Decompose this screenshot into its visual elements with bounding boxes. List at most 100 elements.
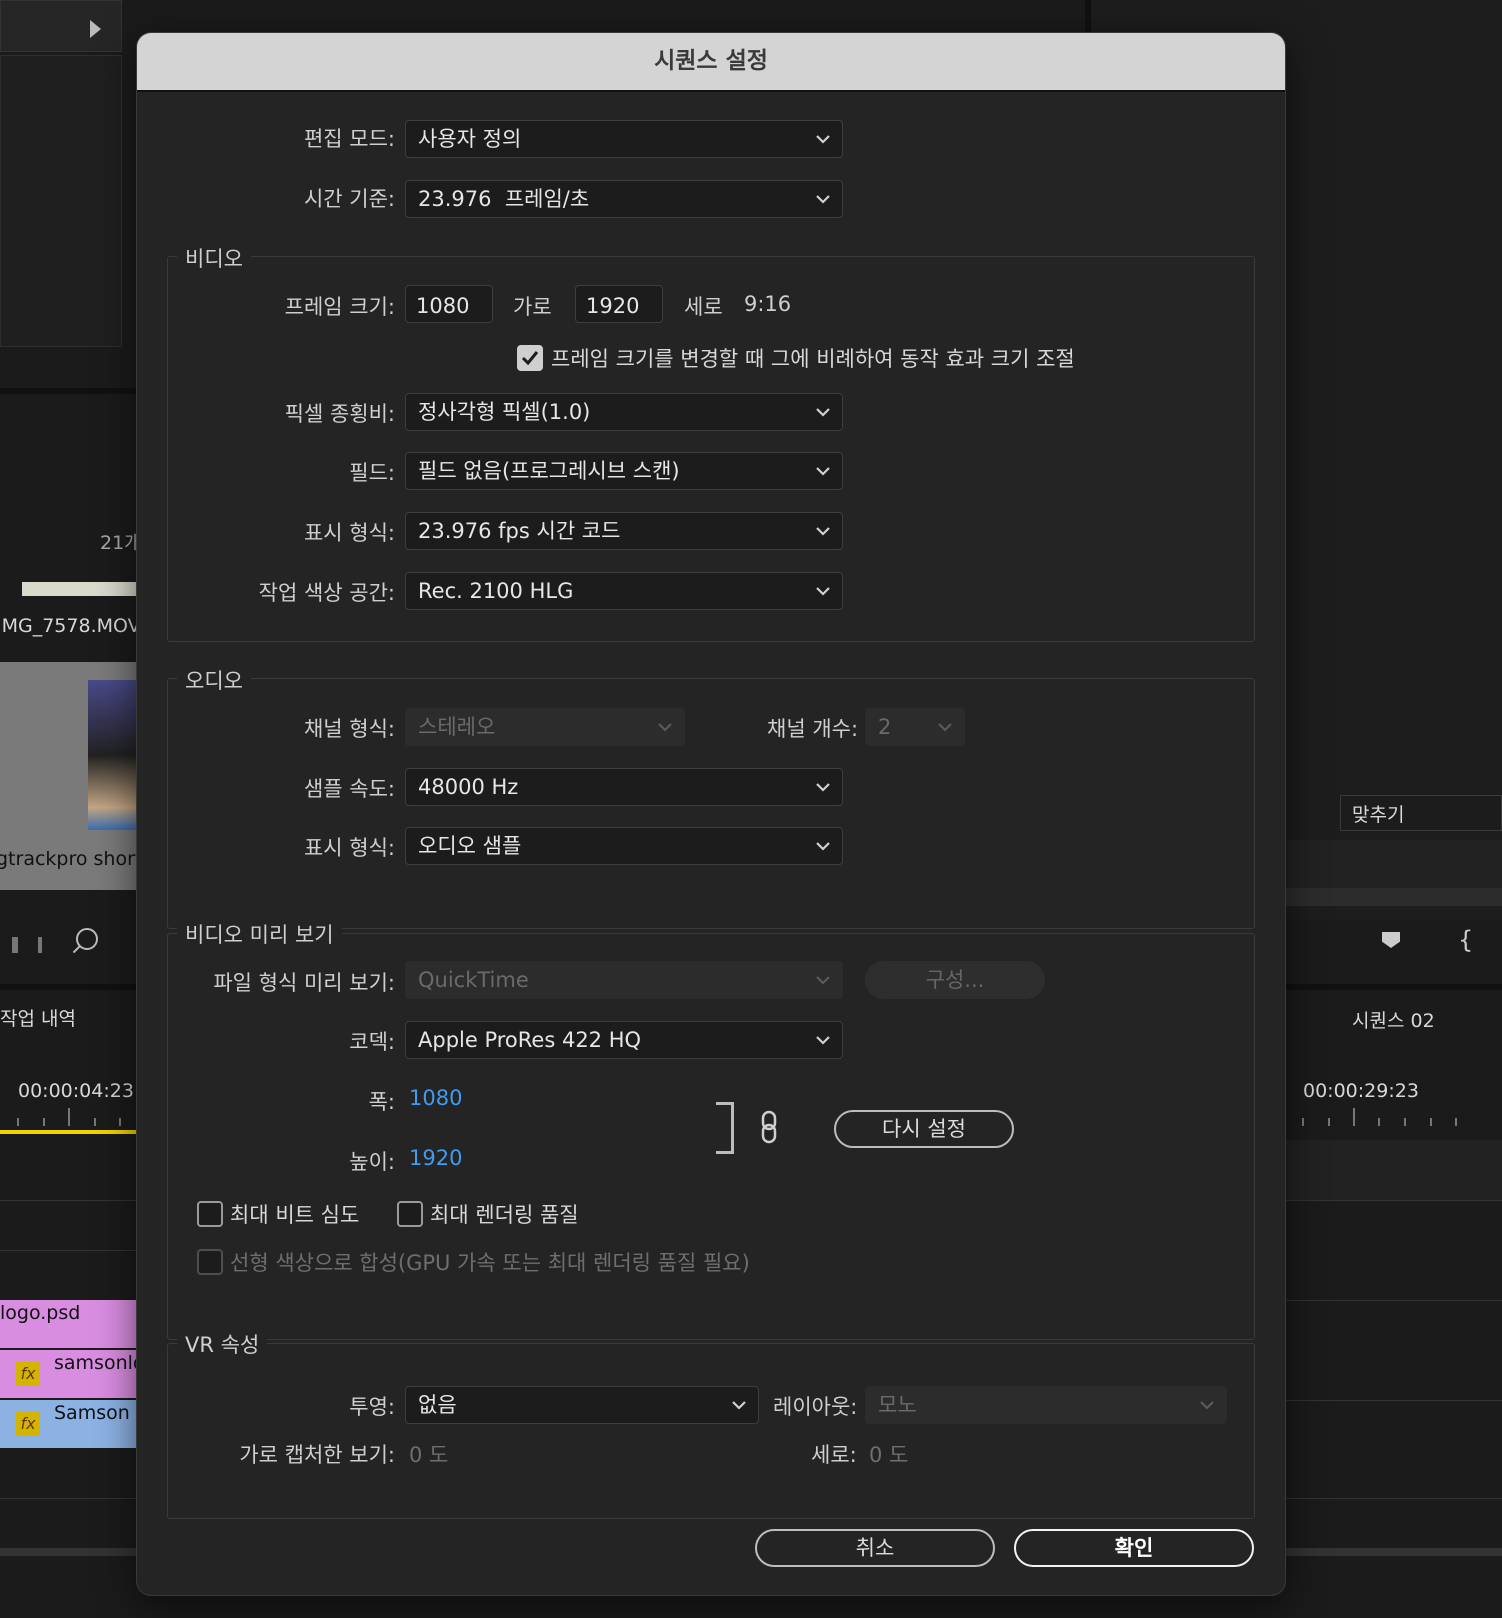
file-format-select[interactable]: QuickTime: [405, 961, 843, 999]
vr-group-title: VR 속성: [177, 1329, 268, 1359]
marker-icon[interactable]: [1382, 932, 1400, 948]
panel-divider: [0, 388, 137, 394]
layout-select[interactable]: 모노: [865, 1386, 1227, 1424]
codec-select[interactable]: Apple ProRes 422 HQ: [405, 1021, 843, 1059]
timebase-select[interactable]: 23.976 프레임/초: [405, 180, 843, 218]
edit-mode-value: 사용자 정의: [418, 127, 522, 151]
ruler-tick: [43, 1118, 45, 1126]
clip-thumbnail-image: [88, 680, 137, 830]
timebase-label: 시간 기준:: [303, 187, 395, 211]
channel-format-value: 스테레오: [418, 715, 496, 739]
ruler-tick: [1353, 1108, 1355, 1126]
frame-height-input[interactable]: 1920: [575, 285, 663, 323]
layout-value: 모노: [878, 1393, 917, 1417]
color-space-label: 작업 색상 공간:: [258, 581, 395, 605]
clip-count: 21개: [100, 532, 142, 554]
preview-height-value[interactable]: 1920: [409, 1146, 462, 1170]
color-space-select[interactable]: Rec. 2100 HLG: [405, 572, 843, 610]
max-render-quality-checkbox[interactable]: [397, 1201, 423, 1227]
link-icon[interactable]: [760, 1110, 778, 1144]
channel-format-select[interactable]: 스테레오: [405, 708, 685, 746]
channel-format-label: 채널 형식:: [303, 717, 395, 741]
link-bracket: [716, 1102, 734, 1154]
play-triangle-icon[interactable]: [90, 20, 101, 38]
track-row: [1285, 1200, 1502, 1201]
sequence-settings-dialog: 시퀀스 설정 편집 모드: 사용자 정의 시간 기준: 23.976 프레임/초…: [137, 33, 1285, 1595]
max-bit-depth-checkbox[interactable]: [197, 1201, 223, 1227]
timebase-value: 23.976 프레임/초: [418, 187, 590, 211]
clip-name: IMG_7578.MOV: [0, 615, 141, 637]
scale-checkbox[interactable]: [517, 345, 543, 371]
track-row: [1285, 1300, 1502, 1301]
panel-divider-2: [0, 984, 137, 990]
frame-width-input[interactable]: 1080: [405, 285, 493, 323]
projection-select[interactable]: 없음: [405, 1386, 759, 1424]
panel-divider-3: [1285, 984, 1502, 990]
chevron-down-icon: [814, 971, 832, 989]
video-display-format-select[interactable]: 23.976 fps 시간 코드: [405, 512, 843, 550]
scale-checkbox-label: 프레임 크기를 변경할 때 그에 비례하여 동작 효과 크기 조절: [551, 347, 1075, 371]
chevron-down-icon: [814, 582, 832, 600]
channel-count-value: 2: [878, 715, 892, 739]
frame-ratio: 9:16: [744, 292, 792, 316]
in-point-icon[interactable]: {: [1458, 926, 1473, 954]
sample-rate-value: 48000 Hz: [418, 775, 519, 799]
linear-color-checkbox[interactable]: [197, 1249, 223, 1275]
track-clip-samsonlo-label: samsonlo: [54, 1352, 145, 1374]
cancel-button[interactable]: 취소: [755, 1529, 995, 1567]
sample-rate-select[interactable]: 48000 Hz: [405, 768, 843, 806]
ruler-tick: [1302, 1118, 1304, 1126]
vr-group: [167, 1343, 1255, 1519]
fields-select[interactable]: 필드 없음(프로그레시브 스캔): [405, 452, 843, 490]
checkmark-icon: [521, 351, 539, 366]
right-track-area: [1285, 1140, 1502, 1200]
chevron-down-icon: [814, 778, 832, 796]
pixel-aspect-select[interactable]: 정사각형 픽셀(1.0): [405, 393, 843, 431]
right-scroll[interactable]: [1285, 888, 1502, 906]
max-bit-depth-label: 최대 비트 심도: [230, 1203, 360, 1227]
audio-display-format-value: 오디오 샘플: [418, 834, 522, 858]
pixel-aspect-value: 정사각형 픽셀(1.0): [418, 400, 591, 424]
video-display-format-label: 표시 형식:: [303, 521, 395, 545]
scrollbar[interactable]: [0, 1548, 137, 1556]
ruler-tick: [94, 1118, 96, 1126]
frame-width-label: 가로: [513, 295, 552, 319]
chevron-down-icon: [814, 837, 832, 855]
edit-mode-select[interactable]: 사용자 정의: [405, 120, 843, 158]
video-preview-group-title: 비디오 미리 보기: [177, 919, 342, 949]
chevron-down-icon: [656, 718, 674, 736]
fx-badge-icon: fx: [16, 1362, 40, 1386]
track-row: [0, 1498, 137, 1499]
audio-display-format-label: 표시 형식:: [303, 836, 395, 860]
timecode-left: 00:00:04:23: [18, 1080, 134, 1102]
codec-value: Apple ProRes 422 HQ: [418, 1028, 642, 1052]
preview-width-label: 폭:: [368, 1090, 395, 1114]
clip-title: gtrackpro shorts: [0, 848, 153, 870]
dialog-title: 시퀀스 설정: [137, 33, 1285, 92]
channel-count-select[interactable]: 2: [865, 708, 965, 746]
frame-size-label: 프레임 크기:: [284, 295, 395, 319]
chevron-down-icon: [814, 403, 832, 421]
vertical-value: 0 도: [869, 1443, 909, 1467]
track-clip-logo-label: logo.psd: [0, 1302, 81, 1324]
chevron-down-icon: [814, 1031, 832, 1049]
scrollbar[interactable]: [1285, 1548, 1502, 1556]
ruler-tick: [1404, 1118, 1406, 1126]
projection-label: 투영:: [349, 1395, 395, 1419]
horizontal-view-label: 가로 캡처한 보기:: [239, 1443, 395, 1467]
chevron-down-icon: [1198, 1396, 1216, 1414]
sequence-tab[interactable]: 시퀀스 02: [1352, 1006, 1435, 1033]
file-format-value: QuickTime: [418, 968, 529, 992]
preview-width-value[interactable]: 1080: [409, 1086, 462, 1110]
history-tab[interactable]: 작업 내역: [0, 1004, 76, 1031]
audio-display-format-select[interactable]: 오디오 샘플: [405, 827, 843, 865]
vertical-label: 세로:: [811, 1443, 857, 1467]
list-view-icon[interactable]: [12, 937, 42, 953]
frame-height-label: 세로: [684, 295, 723, 319]
max-render-quality-label: 최대 렌더링 품질: [430, 1203, 579, 1227]
configure-button[interactable]: 구성...: [865, 961, 1045, 999]
ok-button[interactable]: 확인: [1014, 1529, 1254, 1567]
track-row: [0, 1250, 137, 1251]
reset-button[interactable]: 다시 설정: [834, 1110, 1014, 1148]
audio-group-title: 오디오: [177, 665, 251, 695]
